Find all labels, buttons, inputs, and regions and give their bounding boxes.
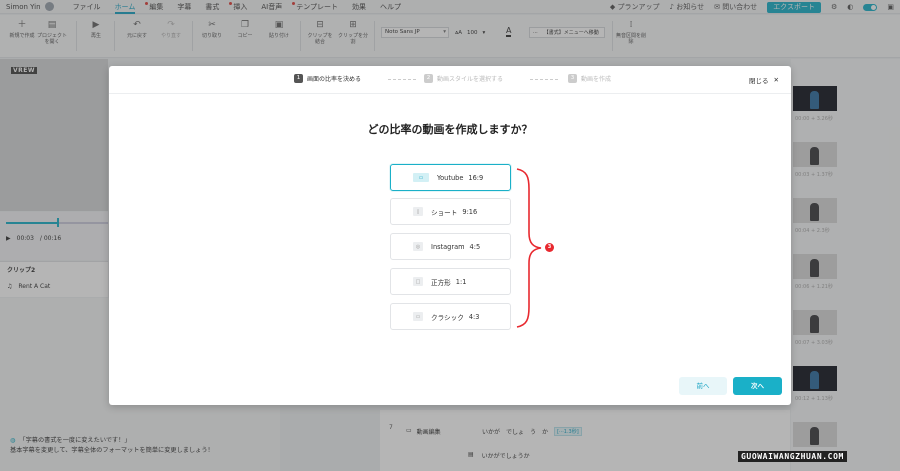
next-button[interactable]: 次へ [733,377,782,395]
step-1: 1 画面の比率を決める [294,74,361,83]
step-indicator: 1 画面の比率を決める 2 動画スタイルを選択する 3 動画を作成 閉じる ✕ [109,66,791,94]
ratio-option-value: 1:1 [455,277,467,286]
ratio-option-value: 4:5 [469,242,481,251]
ratio-option-5[interactable]: ▭ クラシック 4:3 [390,303,511,330]
dialog-title: どの比率の動画を作成しますか？ [367,123,533,136]
step-connector [530,79,558,80]
ratio-option-name: 正方形 [431,278,451,287]
step-number: 1 [294,74,303,83]
ratio-option-3[interactable]: ◎ Instagram 4:5 [390,233,511,260]
ratio-option-name: Youtube [437,173,464,182]
annotation-badge: 3 [545,243,554,252]
ratio-option-value: 16:9 [468,173,484,182]
step-label: 動画スタイルを選択する [437,76,504,83]
step-number: 2 [424,74,433,83]
ratio-option-4[interactable]: □ 正方形 1:1 [390,268,511,295]
classic-icon: ▭ [413,312,423,321]
ratio-option-name: ショート [431,208,458,217]
close-button[interactable]: 閉じる ✕ [749,75,779,85]
phone-icon: ▯ [413,207,423,216]
step-label: 画面の比率を決める [307,76,362,83]
annotation-brace [516,168,542,328]
ratio-option-1[interactable]: ▭ Youtube 16:9 [390,164,511,191]
square-icon: □ [413,277,423,286]
step-3: 3 動画を作成 [568,74,611,83]
step-label: 動画を作成 [581,76,612,83]
previous-button[interactable]: 前へ [679,377,727,395]
ratio-option-2[interactable]: ▯ ショート 9:16 [390,198,511,225]
ratio-option-name: クラシック [431,313,464,322]
step-number: 3 [568,74,577,83]
instagram-icon: ◎ [413,242,423,251]
close-icon: ✕ [773,76,779,84]
step-2: 2 動画スタイルを選択する [424,74,503,83]
ratio-option-name: Instagram [431,242,465,251]
step-connector [388,79,416,80]
video-icon: ▭ [413,173,429,182]
ratio-option-value: 4:3 [468,312,480,321]
create-video-dialog: 1 画面の比率を決める 2 動画スタイルを選択する 3 動画を作成 閉じる ✕ … [109,66,791,405]
ratio-option-value: 9:16 [462,207,478,216]
watermark: GUOWAIWANGZHUAN.COM [738,451,847,462]
